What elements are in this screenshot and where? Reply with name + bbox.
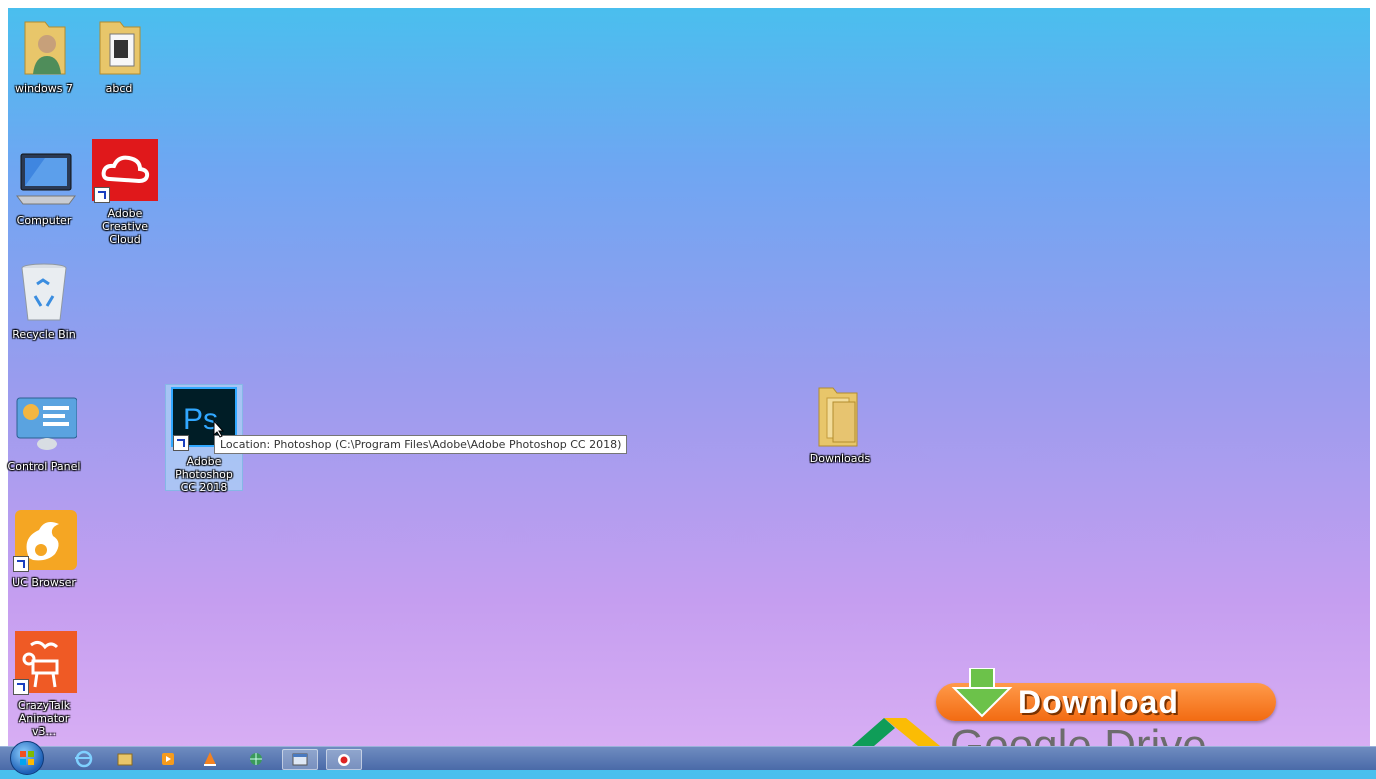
frame-top — [0, 0, 1376, 8]
file-explorer-icon — [117, 753, 133, 766]
taskbar-vlc[interactable] — [196, 749, 224, 768]
desktop-icon-computer[interactable]: Computer — [6, 146, 82, 227]
network-icon — [250, 753, 262, 765]
taskbar-screen-recorder[interactable] — [326, 749, 362, 770]
desktop-icon-downloads[interactable]: Downloads — [802, 384, 878, 465]
desktop-icon-uc-browser[interactable]: UC Browser — [6, 508, 82, 589]
folder-icon — [86, 14, 152, 80]
desktop-icon-label: CrazyTalk Animator v3... — [17, 699, 71, 738]
taskbar-media-player[interactable] — [154, 749, 182, 768]
taskbar-file-explorer[interactable] — [112, 749, 140, 768]
desktop-icon-recycle-bin[interactable]: Recycle Bin — [6, 260, 82, 341]
taskbar-internet-explorer[interactable] — [70, 749, 98, 768]
download-arrow-icon — [950, 667, 1014, 723]
desktop-icon-label: Adobe Creative Cloud — [101, 207, 149, 246]
tooltip: Location: Photoshop (C:\Program Files\Ad… — [214, 435, 628, 454]
desktop-icon-control-panel[interactable]: Control Panel — [6, 392, 82, 473]
shortcut-arrow-icon — [13, 556, 29, 572]
desktop-icon-windows7[interactable]: windows 7 — [6, 14, 82, 95]
desktop-icon-abcd[interactable]: abcd — [81, 14, 157, 95]
desktop-icon-label: Control Panel — [7, 460, 81, 473]
media-player-icon — [162, 753, 174, 765]
control-panel-icon — [11, 392, 78, 458]
screen-recorder-icon — [338, 754, 350, 766]
taskbar-window[interactable] — [282, 749, 318, 770]
desktop-icon-creative-cloud[interactable]: Adobe Creative Cloud — [87, 139, 163, 246]
window-icon — [292, 753, 308, 766]
taskbar-network[interactable] — [242, 749, 270, 768]
creative-cloud-icon — [92, 139, 158, 205]
mouse-cursor-icon — [213, 419, 225, 443]
desktop-icon-label: Computer — [16, 214, 72, 227]
desktop-icon-label: Recycle Bin — [12, 328, 76, 341]
desktop-icon-crazytalk[interactable]: CrazyTalk Animator v3... — [6, 631, 82, 738]
shortcut-arrow-icon — [13, 679, 29, 695]
internet-explorer-icon — [75, 750, 93, 768]
desktop-icon-label: abcd — [105, 82, 133, 95]
frame-right — [1370, 0, 1376, 769]
shortcut-arrow-icon — [94, 187, 110, 203]
crazytalk-icon — [11, 631, 77, 697]
recycle-bin-icon — [11, 260, 77, 326]
vlc-icon — [204, 752, 216, 766]
start-button[interactable] — [10, 741, 44, 775]
user-folder-icon — [11, 14, 77, 80]
desktop-icon-label: windows 7 — [15, 82, 73, 95]
computer-icon — [11, 146, 77, 212]
taskbar — [0, 741, 1376, 775]
uc-browser-icon — [11, 508, 77, 574]
desktop-icon-label: Adobe Photoshop CC 2018 — [175, 455, 233, 494]
folder-icon — [807, 384, 873, 450]
shortcut-arrow-icon — [173, 435, 189, 451]
desktop-icon-label: UC Browser — [12, 576, 76, 589]
desktop-icon-label: Downloads — [809, 452, 871, 465]
download-label: Download — [1018, 684, 1179, 720]
